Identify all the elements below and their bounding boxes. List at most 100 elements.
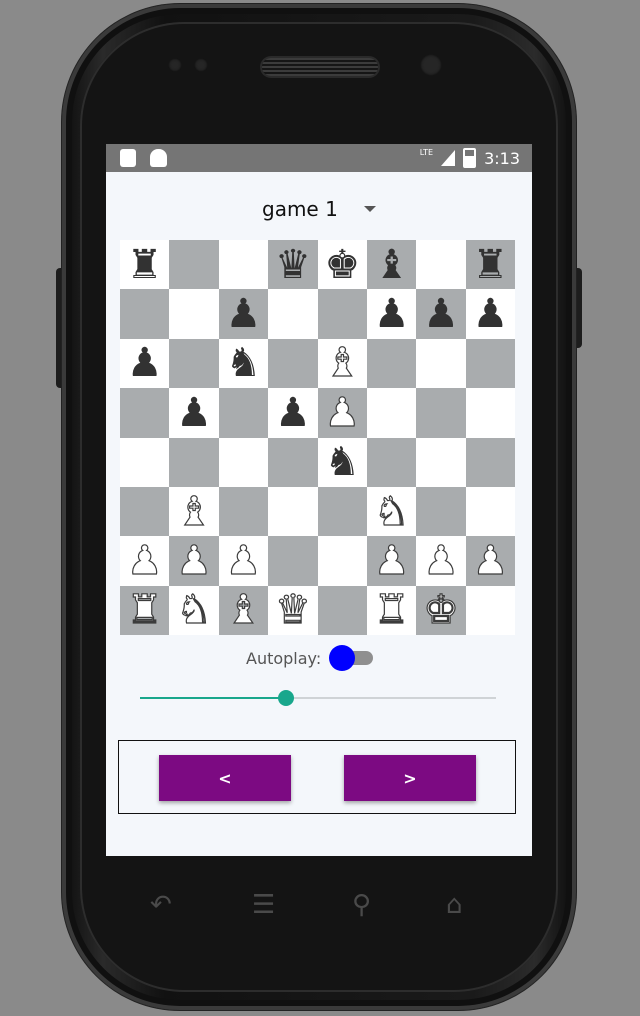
square-f8[interactable]: ♝	[366, 240, 417, 290]
square-f5[interactable]	[366, 388, 417, 438]
square-a1[interactable]: ♜	[120, 585, 170, 636]
white-pawn-icon[interactable]: ♟	[225, 540, 262, 581]
square-f7[interactable]: ♟	[366, 289, 417, 339]
speed-slider[interactable]	[140, 690, 496, 706]
square-d2[interactable]	[268, 536, 318, 586]
previous-move-button[interactable]: <	[159, 755, 291, 801]
square-h1[interactable]	[465, 585, 516, 636]
white-bishop-icon[interactable]: ♝	[324, 343, 361, 384]
white-knight-icon[interactable]: ♞	[176, 590, 213, 631]
square-d1[interactable]: ♛	[268, 585, 318, 636]
black-king-icon[interactable]: ♚	[324, 245, 360, 285]
square-f1[interactable]: ♜	[366, 585, 417, 636]
square-c5[interactable]	[218, 388, 269, 438]
square-b6[interactable]	[169, 338, 219, 389]
square-c8[interactable]	[218, 240, 269, 290]
square-e1[interactable]	[317, 585, 367, 636]
square-d5[interactable]: ♟	[268, 388, 318, 438]
black-pawn-icon[interactable]: ♟	[127, 343, 163, 383]
black-rook-icon[interactable]: ♜	[127, 245, 163, 285]
square-a3[interactable]	[120, 486, 170, 537]
back-icon[interactable]: ↶	[150, 890, 172, 920]
black-pawn-icon[interactable]: ♟	[473, 294, 509, 334]
white-rook-icon[interactable]: ♜	[126, 590, 163, 631]
white-pawn-icon[interactable]: ♟	[126, 540, 163, 581]
square-b1[interactable]: ♞	[169, 585, 219, 636]
square-a8[interactable]: ♜	[120, 240, 170, 290]
search-icon[interactable]: ⚲	[352, 890, 371, 920]
black-knight-icon[interactable]: ♞	[324, 442, 360, 482]
square-h5[interactable]	[465, 388, 516, 438]
square-e6[interactable]: ♝	[317, 338, 367, 389]
square-a6[interactable]: ♟	[120, 338, 170, 389]
white-knight-icon[interactable]: ♞	[373, 491, 410, 532]
square-b2[interactable]: ♟	[169, 536, 219, 586]
black-pawn-icon[interactable]: ♟	[176, 393, 212, 433]
black-pawn-icon[interactable]: ♟	[374, 294, 410, 334]
white-pawn-icon[interactable]: ♟	[472, 540, 509, 581]
black-bishop-icon[interactable]: ♝	[374, 245, 410, 285]
white-bishop-icon[interactable]: ♝	[176, 491, 213, 532]
square-c1[interactable]: ♝	[218, 585, 269, 636]
square-h4[interactable]	[465, 437, 516, 487]
square-c6[interactable]: ♞	[218, 338, 269, 389]
black-pawn-icon[interactable]: ♟	[226, 294, 262, 334]
chess-board[interactable]: ♜ ♛ ♚ ♝ ♜ ♟ ♟ ♟ ♟ ♟ ♞ ♝ ♟ ♟ ♟ ♞ ♝ ♞ ♟ ♟ ♟ ♟ ♟ ♟ ♜ ♞ ♝ ♛ ♜ ♚	[120, 240, 516, 636]
square-a7[interactable]	[120, 289, 170, 339]
square-d6[interactable]	[268, 338, 318, 389]
square-c2[interactable]: ♟	[218, 536, 269, 586]
square-g7[interactable]: ♟	[416, 289, 466, 339]
square-b3[interactable]: ♝	[169, 486, 219, 537]
black-knight-icon[interactable]: ♞	[226, 343, 262, 383]
square-e5[interactable]: ♟	[317, 388, 367, 438]
square-g2[interactable]: ♟	[416, 536, 466, 586]
square-b7[interactable]	[169, 289, 219, 339]
black-pawn-icon[interactable]: ♟	[275, 393, 311, 433]
black-rook-icon[interactable]: ♜	[473, 245, 509, 285]
square-d3[interactable]	[268, 486, 318, 537]
square-h6[interactable]	[465, 338, 516, 389]
square-e4[interactable]: ♞	[317, 437, 367, 487]
square-c3[interactable]	[218, 486, 269, 537]
square-c7[interactable]: ♟	[218, 289, 269, 339]
white-king-icon[interactable]: ♚	[423, 590, 460, 631]
square-e2[interactable]	[317, 536, 367, 586]
game-select-dropdown[interactable]: game 1	[262, 194, 402, 224]
square-f2[interactable]: ♟	[366, 536, 417, 586]
next-move-button[interactable]: >	[344, 755, 476, 801]
white-rook-icon[interactable]: ♜	[373, 590, 410, 631]
square-f4[interactable]	[366, 437, 417, 487]
square-f6[interactable]	[366, 338, 417, 389]
square-g4[interactable]	[416, 437, 466, 487]
white-pawn-icon[interactable]: ♟	[423, 540, 460, 581]
white-queen-icon[interactable]: ♛	[274, 590, 311, 631]
square-c4[interactable]	[218, 437, 269, 487]
square-a4[interactable]	[120, 437, 170, 487]
white-pawn-icon[interactable]: ♟	[176, 540, 213, 581]
white-bishop-icon[interactable]: ♝	[225, 590, 262, 631]
square-b8[interactable]	[169, 240, 219, 290]
square-d4[interactable]	[268, 437, 318, 487]
square-a5[interactable]	[120, 388, 170, 438]
home-icon[interactable]: ⌂	[446, 890, 463, 920]
square-g6[interactable]	[416, 338, 466, 389]
square-h2[interactable]: ♟	[465, 536, 516, 586]
square-d8[interactable]: ♛	[268, 240, 318, 290]
slider-thumb[interactable]	[277, 690, 294, 706]
square-d7[interactable]	[268, 289, 318, 339]
square-e8[interactable]: ♚	[317, 240, 367, 290]
black-queen-icon[interactable]: ♛	[275, 245, 311, 285]
square-g1[interactable]: ♚	[416, 585, 466, 636]
white-pawn-icon[interactable]: ♟	[324, 392, 361, 433]
square-b5[interactable]: ♟	[169, 388, 219, 438]
autoplay-toggle[interactable]	[329, 645, 377, 671]
square-b4[interactable]	[169, 437, 219, 487]
square-h3[interactable]	[465, 486, 516, 537]
black-pawn-icon[interactable]: ♟	[423, 294, 459, 334]
white-pawn-icon[interactable]: ♟	[373, 540, 410, 581]
square-e7[interactable]	[317, 289, 367, 339]
square-g3[interactable]	[416, 486, 466, 537]
menu-icon[interactable]: ☰	[252, 890, 275, 920]
square-g5[interactable]	[416, 388, 466, 438]
square-h7[interactable]: ♟	[465, 289, 516, 339]
